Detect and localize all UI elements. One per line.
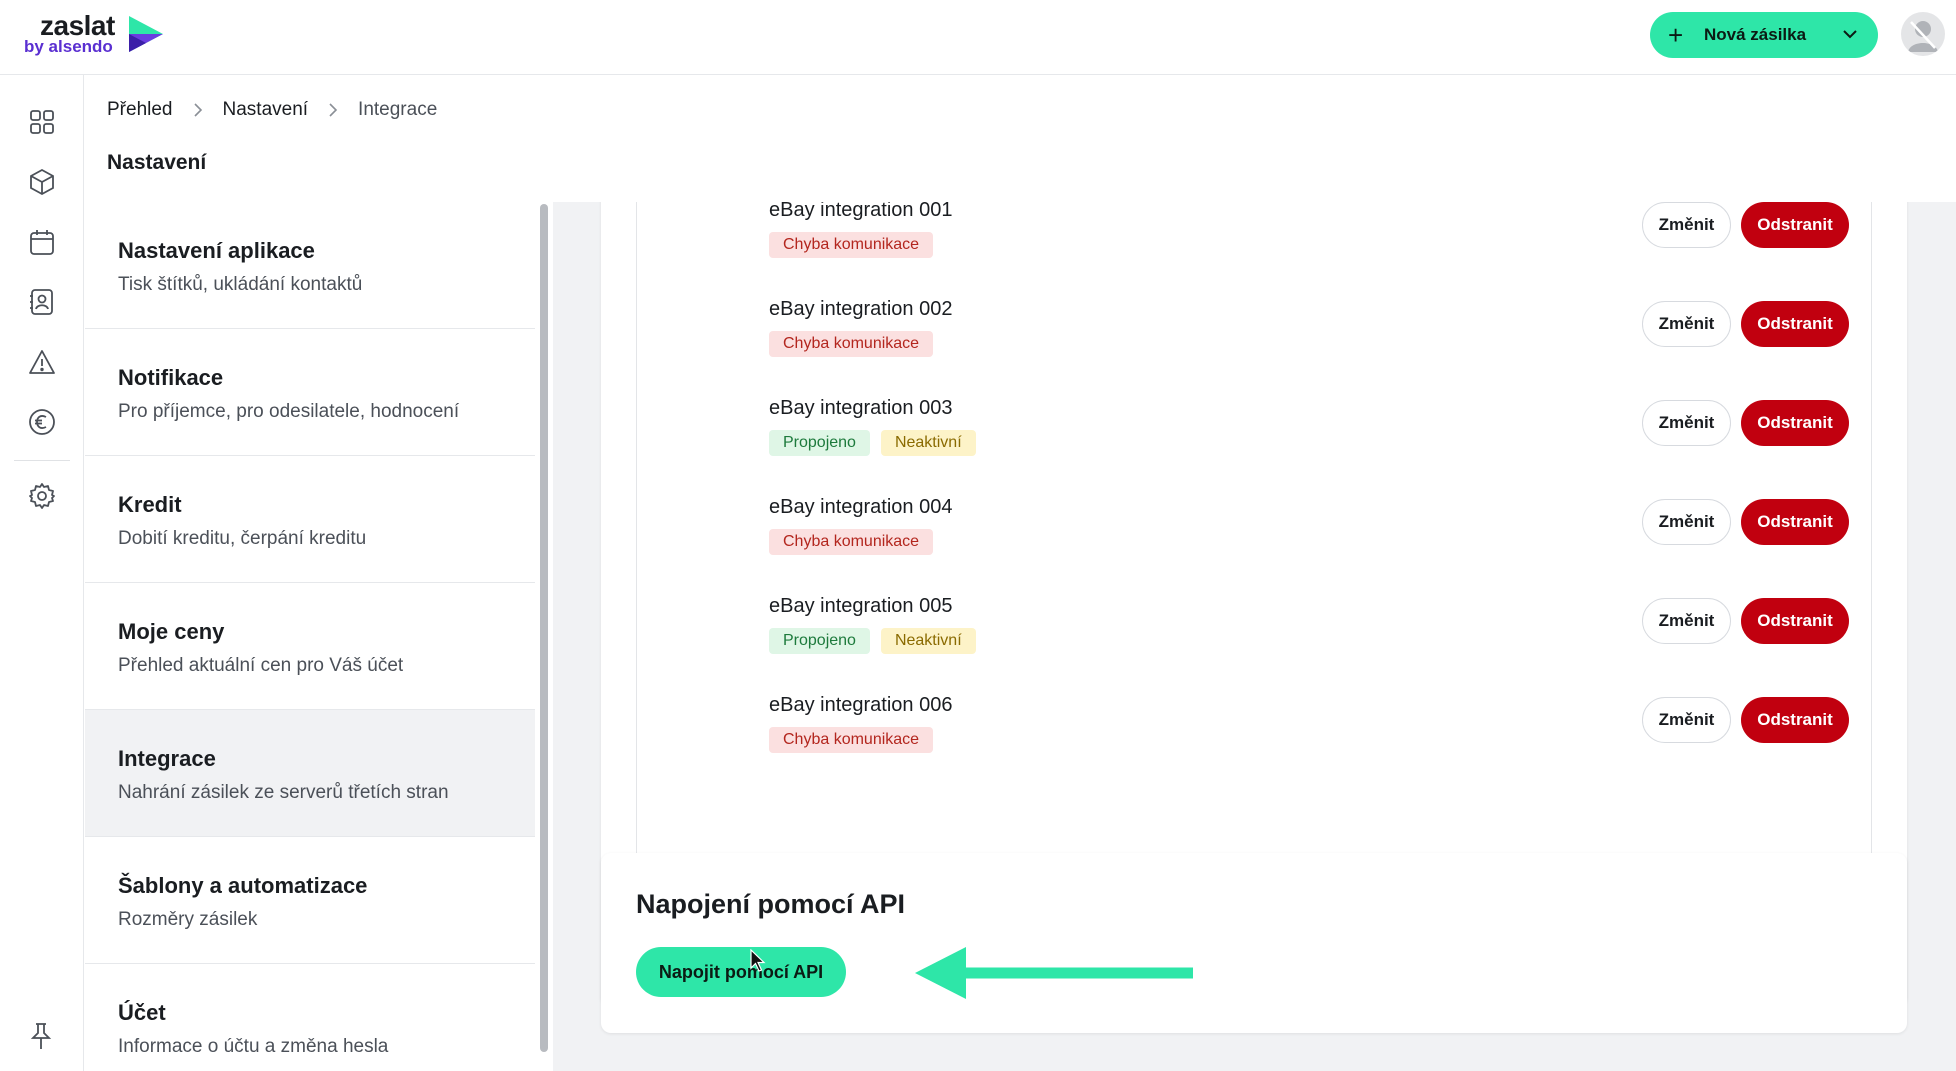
chevron-right-icon <box>193 103 202 117</box>
icon-rail <box>0 75 84 1071</box>
chevron-down-icon[interactable] <box>1840 24 1860 44</box>
integration-name: eBay integration 003 <box>769 397 953 419</box>
logo-mark-icon <box>129 16 163 52</box>
status-badge: Chyba komunikace <box>769 232 934 258</box>
menu-item-title: Kredit <box>118 492 182 517</box>
plus-icon: + <box>1668 20 1684 50</box>
menu-item-templates[interactable]: Šablony a automatizace Rozměry zásilek <box>85 837 535 964</box>
calendar-icon[interactable] <box>27 227 57 257</box>
arrow-left-icon <box>915 947 1193 999</box>
menu-item-account[interactable]: Účet Informace o účtu a změna hesla <box>85 964 535 1071</box>
menu-item-subtitle: Dobití kreditu, čerpání kreditu <box>118 528 367 549</box>
new-shipment-label: Nová zásilka <box>1704 25 1807 44</box>
logo-subtitle: by alsendo <box>24 37 113 56</box>
integration-name: eBay integration 006 <box>769 694 953 716</box>
edit-button[interactable]: Změnit <box>1642 202 1731 248</box>
settings-menu: Nastavení aplikace Tisk štítků, ukládání… <box>85 202 535 1071</box>
warning-icon[interactable] <box>27 347 57 377</box>
breadcrumb: Přehled Nastavení Integrace <box>107 99 437 121</box>
page-title: Nastavení <box>107 151 207 174</box>
delete-button[interactable]: Odstranit <box>1741 301 1849 347</box>
menu-item-my-prices[interactable]: Moje ceny Přehled aktuální cen pro Váš ú… <box>85 583 535 710</box>
connect-api-button[interactable]: Napojit pomocí API <box>636 947 846 997</box>
status-tags: Propojeno Neaktivní <box>769 430 976 456</box>
edit-button[interactable]: Změnit <box>1642 301 1731 347</box>
status-tags: Chyba komunikace <box>769 331 934 357</box>
menu-item-integrations[interactable]: Integrace Nahrání zásilek ze serverů tře… <box>85 710 535 837</box>
status-badge: Propojeno <box>769 430 870 456</box>
menu-item-title: Nastavení aplikace <box>118 238 315 263</box>
menu-item-subtitle: Pro příjemce, pro odesilatele, hodnocení <box>118 401 460 422</box>
menu-item-title: Moje ceny <box>118 619 225 644</box>
status-badge: Chyba komunikace <box>769 331 934 357</box>
pin-icon[interactable] <box>27 1021 55 1056</box>
status-tags: Chyba komunikace <box>769 232 934 258</box>
integration-name: eBay integration 002 <box>769 298 953 320</box>
menu-item-subtitle: Tisk štítků, ukládání kontaktů <box>118 274 363 295</box>
logo[interactable]: zaslat by alsendo <box>22 10 172 60</box>
status-tags: Propojeno Neaktivní <box>769 628 976 654</box>
delete-button[interactable]: Odstranit <box>1741 400 1849 446</box>
integration-row: eBay integration 004 Chyba komunikace Zm… <box>637 496 1873 595</box>
content-area: eBay integration 001 Chyba komunikace Zm… <box>553 202 1956 1071</box>
delete-button[interactable]: Odstranit <box>1741 697 1849 743</box>
menu-item-title: Účet <box>118 1000 166 1025</box>
menu-item-subtitle: Informace o účtu a změna hesla <box>118 1036 389 1057</box>
rail-divider <box>14 460 70 461</box>
integration-row: eBay integration 006 Chyba komunikace Zm… <box>637 694 1873 793</box>
edit-button[interactable]: Změnit <box>1642 697 1731 743</box>
gear-icon[interactable] <box>27 481 57 511</box>
chevron-right-icon <box>329 103 338 117</box>
menu-item-subtitle: Nahrání zásilek ze serverů třetích stran <box>118 782 449 803</box>
box-icon[interactable] <box>27 167 57 197</box>
delete-button[interactable]: Odstranit <box>1741 202 1849 248</box>
status-badge: Chyba komunikace <box>769 529 934 555</box>
status-tags: Chyba komunikace <box>769 529 934 555</box>
menu-item-credit[interactable]: Kredit Dobití kreditu, čerpání kreditu <box>85 456 535 583</box>
breadcrumb-item-integrations: Integrace <box>358 99 438 120</box>
edit-button[interactable]: Změnit <box>1642 499 1731 545</box>
menu-item-app-settings[interactable]: Nastavení aplikace Tisk štítků, ukládání… <box>85 202 535 329</box>
delete-button[interactable]: Odstranit <box>1741 499 1849 545</box>
breadcrumb-item-settings[interactable]: Nastavení <box>223 99 309 121</box>
top-bar: zaslat by alsendo + Nová zásilka <box>0 0 1956 75</box>
avatar[interactable] <box>1901 12 1945 56</box>
breadcrumb-item-overview[interactable]: Přehled <box>107 99 173 121</box>
edit-button[interactable]: Změnit <box>1642 598 1731 644</box>
integration-name: eBay integration 005 <box>769 595 953 617</box>
menu-item-notifications[interactable]: Notifikace Pro příjemce, pro odesilatele… <box>85 329 535 456</box>
status-badge: Chyba komunikace <box>769 727 934 753</box>
integration-name: eBay integration 001 <box>769 202 953 221</box>
menu-item-title: Integrace <box>118 746 216 771</box>
menu-item-subtitle: Rozměry zásilek <box>118 909 258 930</box>
integration-name: eBay integration 004 <box>769 496 953 518</box>
integration-row: eBay integration 002 Chyba komunikace Zm… <box>637 298 1873 397</box>
mouse-cursor-icon <box>750 949 766 972</box>
menu-item-subtitle: Přehled aktuální cen pro Váš účet <box>118 655 404 676</box>
integration-row: eBay integration 001 Chyba komunikace Zm… <box>637 202 1873 298</box>
user-avatar-icon <box>1908 21 1938 52</box>
delete-button[interactable]: Odstranit <box>1741 598 1849 644</box>
integration-row: eBay integration 003 Propojeno Neaktivní… <box>637 397 1873 496</box>
new-shipment-button[interactable]: + Nová zásilka <box>1650 12 1878 58</box>
status-badge: Neaktivní <box>880 628 976 654</box>
contacts-icon[interactable] <box>27 287 57 317</box>
euro-icon[interactable] <box>27 407 57 437</box>
integration-row: eBay integration 005 Propojeno Neaktivní… <box>637 595 1873 694</box>
status-tags: Chyba komunikace <box>769 727 934 753</box>
menu-scrollbar-thumb[interactable] <box>540 204 548 1052</box>
status-badge: Neaktivní <box>880 430 976 456</box>
api-card: Napojení pomocí API Napojit pomocí API <box>601 853 1907 1033</box>
menu-item-title: Šablony a automatizace <box>118 873 368 898</box>
status-badge: Propojeno <box>769 628 870 654</box>
grid-icon[interactable] <box>27 107 57 137</box>
menu-item-title: Notifikace <box>118 365 224 390</box>
edit-button[interactable]: Změnit <box>1642 400 1731 446</box>
api-heading: Napojení pomocí API <box>636 889 906 919</box>
